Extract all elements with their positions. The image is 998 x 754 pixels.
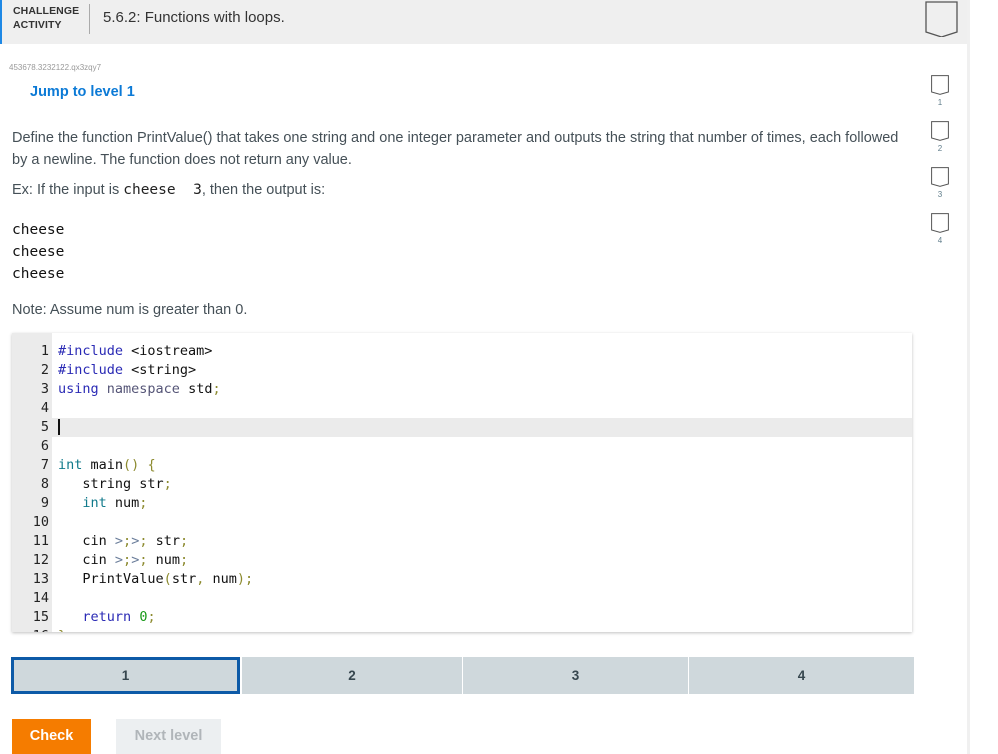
level-tab-3[interactable]: 3 xyxy=(463,657,688,694)
activity-id: 453678.3232122.qx3zqy7 xyxy=(9,63,102,72)
line-number: 8 xyxy=(40,476,49,492)
code-line[interactable]: 13 PrintValue(str, num); xyxy=(12,570,912,589)
code-line[interactable]: 15 return 0; xyxy=(12,608,912,627)
line-number: 4 xyxy=(40,400,49,416)
level-badge-label: 4 xyxy=(937,236,943,245)
code-text[interactable]: using namespace std; xyxy=(58,380,221,399)
level-badge-label: 3 xyxy=(937,190,943,199)
next-level-button[interactable]: Next level xyxy=(116,719,221,754)
line-number: 3 xyxy=(40,381,49,397)
code-text[interactable] xyxy=(58,418,60,437)
level-badge-4: 4 xyxy=(930,213,950,245)
level-badge-1: 1 xyxy=(930,75,950,107)
example-output: cheese cheese cheese xyxy=(12,219,64,285)
problem-prompt: Define the function PrintValue() that ta… xyxy=(12,130,899,168)
level-tab-4[interactable]: 4 xyxy=(689,657,914,694)
code-line[interactable]: 7 int main() { xyxy=(12,456,912,475)
code-line[interactable]: 10 xyxy=(12,513,912,532)
code-text[interactable]: cin >;>; str; xyxy=(58,532,188,551)
level-completion-icon xyxy=(931,75,949,95)
line-number: 1 xyxy=(40,343,49,359)
text-cursor xyxy=(58,419,60,435)
code-text[interactable]: #include <iostream> xyxy=(58,342,212,361)
line-number: 15 xyxy=(32,609,49,625)
code-line[interactable]: 14 xyxy=(12,589,912,608)
level-tab-2[interactable]: 2 xyxy=(242,657,462,694)
check-button[interactable]: Check xyxy=(12,719,91,754)
code-line[interactable]: 11 cin >;>; str; xyxy=(12,532,912,551)
code-text[interactable]: #include <string> xyxy=(58,361,196,380)
output-line: cheese xyxy=(12,266,65,282)
code-line[interactable]: 6 xyxy=(12,437,912,456)
line-number: 12 xyxy=(32,552,49,568)
line-number: 9 xyxy=(40,495,49,511)
code-line[interactable]: 5 xyxy=(12,418,912,437)
level-tab-1[interactable]: 1 xyxy=(11,657,240,694)
right-rail-divider xyxy=(967,0,970,754)
code-line[interactable]: 3 using namespace std; xyxy=(12,380,912,399)
line-number: 16 xyxy=(12,627,49,632)
level-completion-icon xyxy=(931,121,949,141)
code-line[interactable]: 1 #include <iostream> xyxy=(12,342,912,361)
code-text[interactable]: return 0; xyxy=(58,608,155,627)
activity-title: 5.6.2: Functions with loops. xyxy=(103,9,285,26)
code-line[interactable]: 16} xyxy=(12,627,912,632)
level-tabs: 1 2 3 4 xyxy=(11,657,914,694)
activity-kind: CHALLENGE ACTIVITY xyxy=(13,4,79,32)
output-line: cheese xyxy=(12,244,65,260)
note-text: Note: Assume num is greater than 0. xyxy=(12,302,248,318)
level-badge-2: 2 xyxy=(930,121,950,153)
code-text[interactable]: int num; xyxy=(58,494,147,513)
code-line[interactable]: 9 int num; xyxy=(12,494,912,513)
line-number: 11 xyxy=(32,533,49,549)
code-text[interactable]: PrintValue(str, num); xyxy=(58,570,253,589)
level-badge-3: 3 xyxy=(930,167,950,199)
activity-completion-icon xyxy=(925,1,958,38)
level-badge-label: 1 xyxy=(937,98,943,107)
line-number: 6 xyxy=(40,438,49,454)
line-number: 10 xyxy=(32,514,49,530)
level-completion-icon xyxy=(931,213,949,233)
code-line[interactable]: 8 string str; xyxy=(12,475,912,494)
line-number: 13 xyxy=(32,571,49,587)
code-line[interactable]: 4 xyxy=(12,399,912,418)
activity-header: CHALLENGE ACTIVITY 5.6.2: Functions with… xyxy=(0,0,968,44)
example-suffix: , then the output is: xyxy=(201,182,326,198)
activity-kind-line2: ACTIVITY xyxy=(13,19,62,31)
example-prefix: Ex: If the input is xyxy=(12,182,124,198)
jump-to-level-link[interactable]: Jump to level 1 xyxy=(30,84,135,100)
example-text: Ex: If the input is cheese 3, then the o… xyxy=(12,182,325,198)
level-completion-icon xyxy=(931,167,949,187)
code-line[interactable]: 2 #include <string> xyxy=(12,361,912,380)
output-line: cheese xyxy=(12,222,65,238)
code-line[interactable]: 12 cin >;>; num; xyxy=(12,551,912,570)
example-input: cheese 3 xyxy=(123,182,202,198)
code-text[interactable]: int main() { xyxy=(58,456,156,475)
header-divider xyxy=(89,4,90,34)
line-number: 2 xyxy=(40,362,49,378)
line-number: 7 xyxy=(40,457,49,473)
code-text[interactable]: cin >;>; num; xyxy=(58,551,188,570)
challenge-activity: CHALLENGE ACTIVITY 5.6.2: Functions with… xyxy=(0,0,968,754)
code-text[interactable]: string str; xyxy=(58,475,171,494)
code-editor[interactable]: 1 #include <iostream> 2 #include <string> 3 u… xyxy=(12,333,912,632)
activity-kind-line1: CHALLENGE xyxy=(13,5,80,17)
line-number: 5 xyxy=(40,419,49,435)
level-badge-label: 2 xyxy=(937,144,943,153)
code-text[interactable]: } xyxy=(58,627,66,632)
line-number: 14 xyxy=(32,590,49,606)
